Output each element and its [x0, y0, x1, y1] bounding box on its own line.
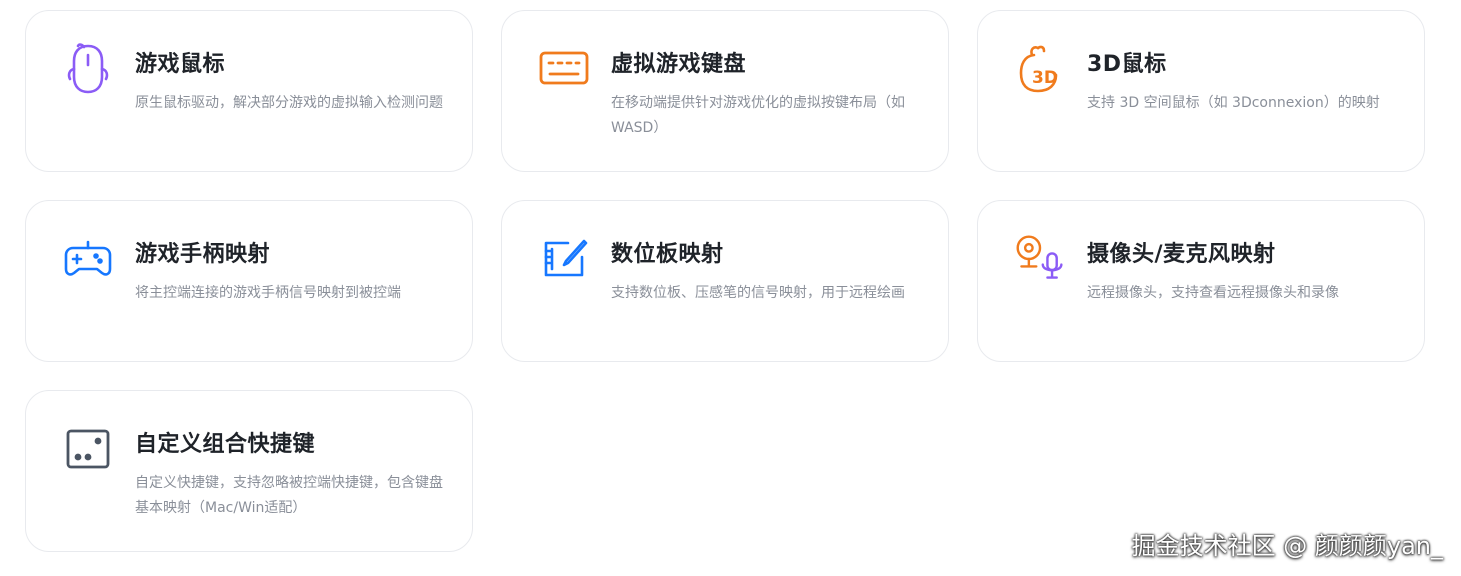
feature-card-3d-mouse[interactable]: 3D 3D鼠标 支持 3D 空间鼠标（如 3Dconnexion）的映射	[977, 10, 1425, 172]
card-description: 原生鼠标驱动，解决部分游戏的虚拟输入检测问题	[135, 95, 443, 111]
camera-microphone-icon	[1014, 233, 1066, 285]
feature-card-gaming-mouse[interactable]: 游戏鼠标 原生鼠标驱动，解决部分游戏的虚拟输入检测问题	[25, 10, 473, 172]
card-title: 游戏鼠标	[135, 52, 226, 77]
card-title: 虚拟游戏键盘	[611, 52, 747, 77]
svg-text:3D: 3D	[1032, 68, 1058, 88]
feature-grid: 游戏鼠标 原生鼠标驱动，解决部分游戏的虚拟输入检测问题 虚拟游戏键盘 在移动端提…	[25, 10, 1425, 552]
card-title: 数位板映射	[611, 242, 724, 267]
card-description: 支持数位板、压感笔的信号映射，用于远程绘画	[611, 285, 905, 301]
shortcut-keys-icon	[62, 423, 114, 475]
card-title: 自定义组合快捷键	[135, 432, 316, 457]
card-description: 远程摄像头，支持查看远程摄像头和录像	[1087, 285, 1339, 301]
keyboard-icon	[538, 43, 590, 95]
feature-card-shortcut-keys[interactable]: 自定义组合快捷键 自定义快捷键，支持忽略被控端快捷键，包含键盘基本映射（Mac/…	[25, 390, 473, 552]
feature-card-virtual-keyboard[interactable]: 虚拟游戏键盘 在移动端提供针对游戏优化的虚拟按键布局（如WASD）	[501, 10, 949, 172]
gamepad-icon	[62, 233, 114, 285]
gaming-mouse-icon	[62, 43, 114, 95]
card-description: 自定义快捷键，支持忽略被控端快捷键，包含键盘基本映射（Mac/Win适配）	[135, 475, 443, 516]
3d-mouse-icon: 3D	[1014, 43, 1066, 95]
feature-card-gamepad[interactable]: 游戏手柄映射 将主控端连接的游戏手柄信号映射到被控端	[25, 200, 473, 362]
feature-card-camera-microphone[interactable]: 摄像头/麦克风映射 远程摄像头，支持查看远程摄像头和录像	[977, 200, 1425, 362]
site-watermark: 掘金技术社区 @ 颜颜颜yan_	[1131, 532, 1443, 560]
card-title: 3D鼠标	[1087, 52, 1167, 77]
feature-card-drawing-tablet[interactable]: 数位板映射 支持数位板、压感笔的信号映射，用于远程绘画	[501, 200, 949, 362]
card-title: 游戏手柄映射	[135, 242, 271, 267]
drawing-tablet-icon	[538, 233, 590, 285]
card-description: 将主控端连接的游戏手柄信号映射到被控端	[135, 285, 401, 301]
card-description: 在移动端提供针对游戏优化的虚拟按键布局（如WASD）	[611, 95, 905, 136]
card-description: 支持 3D 空间鼠标（如 3Dconnexion）的映射	[1087, 95, 1380, 111]
card-title: 摄像头/麦克风映射	[1087, 242, 1276, 267]
